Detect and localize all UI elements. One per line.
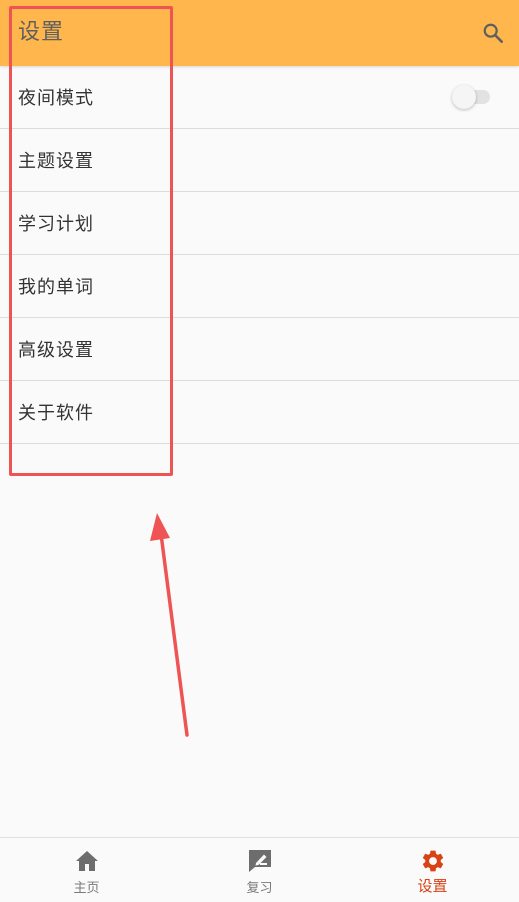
toggle-knob bbox=[452, 85, 476, 109]
settings-list: 夜间模式 主题设置 学习计划 我的单词 高级设置 关于软件 bbox=[0, 66, 519, 444]
night-mode-toggle[interactable] bbox=[452, 85, 490, 109]
nav-label: 复习 bbox=[246, 881, 273, 896]
home-icon bbox=[74, 848, 100, 874]
settings-item-study-plan[interactable]: 学习计划 bbox=[0, 192, 519, 255]
settings-item-advanced[interactable]: 高级设置 bbox=[0, 318, 519, 381]
page-title: 设置 bbox=[18, 20, 65, 45]
bottom-navigation: 主页 复习 设置 bbox=[0, 837, 519, 902]
app-bar: 设置 bbox=[0, 0, 519, 66]
settings-item-label: 夜间模式 bbox=[18, 88, 94, 109]
gear-icon bbox=[420, 848, 446, 874]
settings-item-label: 主题设置 bbox=[18, 151, 94, 172]
search-icon bbox=[483, 23, 503, 43]
nav-item-settings[interactable]: 设置 bbox=[346, 838, 519, 902]
settings-item-theme[interactable]: 主题设置 bbox=[0, 129, 519, 192]
settings-item-night-mode[interactable]: 夜间模式 bbox=[0, 66, 519, 129]
settings-item-about[interactable]: 关于软件 bbox=[0, 381, 519, 444]
nav-item-review[interactable]: 复习 bbox=[173, 838, 346, 902]
nav-label: 主页 bbox=[73, 881, 100, 896]
review-icon bbox=[247, 848, 273, 874]
settings-screen: 设置 夜间模式 主题设置 学习计划 我的单词 高级设置 关于软件 主页 复习 设… bbox=[0, 0, 519, 902]
settings-item-label: 学习计划 bbox=[18, 214, 94, 235]
settings-item-label: 我的单词 bbox=[18, 277, 94, 298]
nav-label: 设置 bbox=[417, 877, 448, 895]
settings-item-label: 高级设置 bbox=[18, 340, 94, 361]
nav-item-home[interactable]: 主页 bbox=[0, 838, 173, 902]
settings-item-my-words[interactable]: 我的单词 bbox=[0, 255, 519, 318]
search-button[interactable] bbox=[479, 19, 507, 47]
settings-item-label: 关于软件 bbox=[18, 403, 94, 424]
